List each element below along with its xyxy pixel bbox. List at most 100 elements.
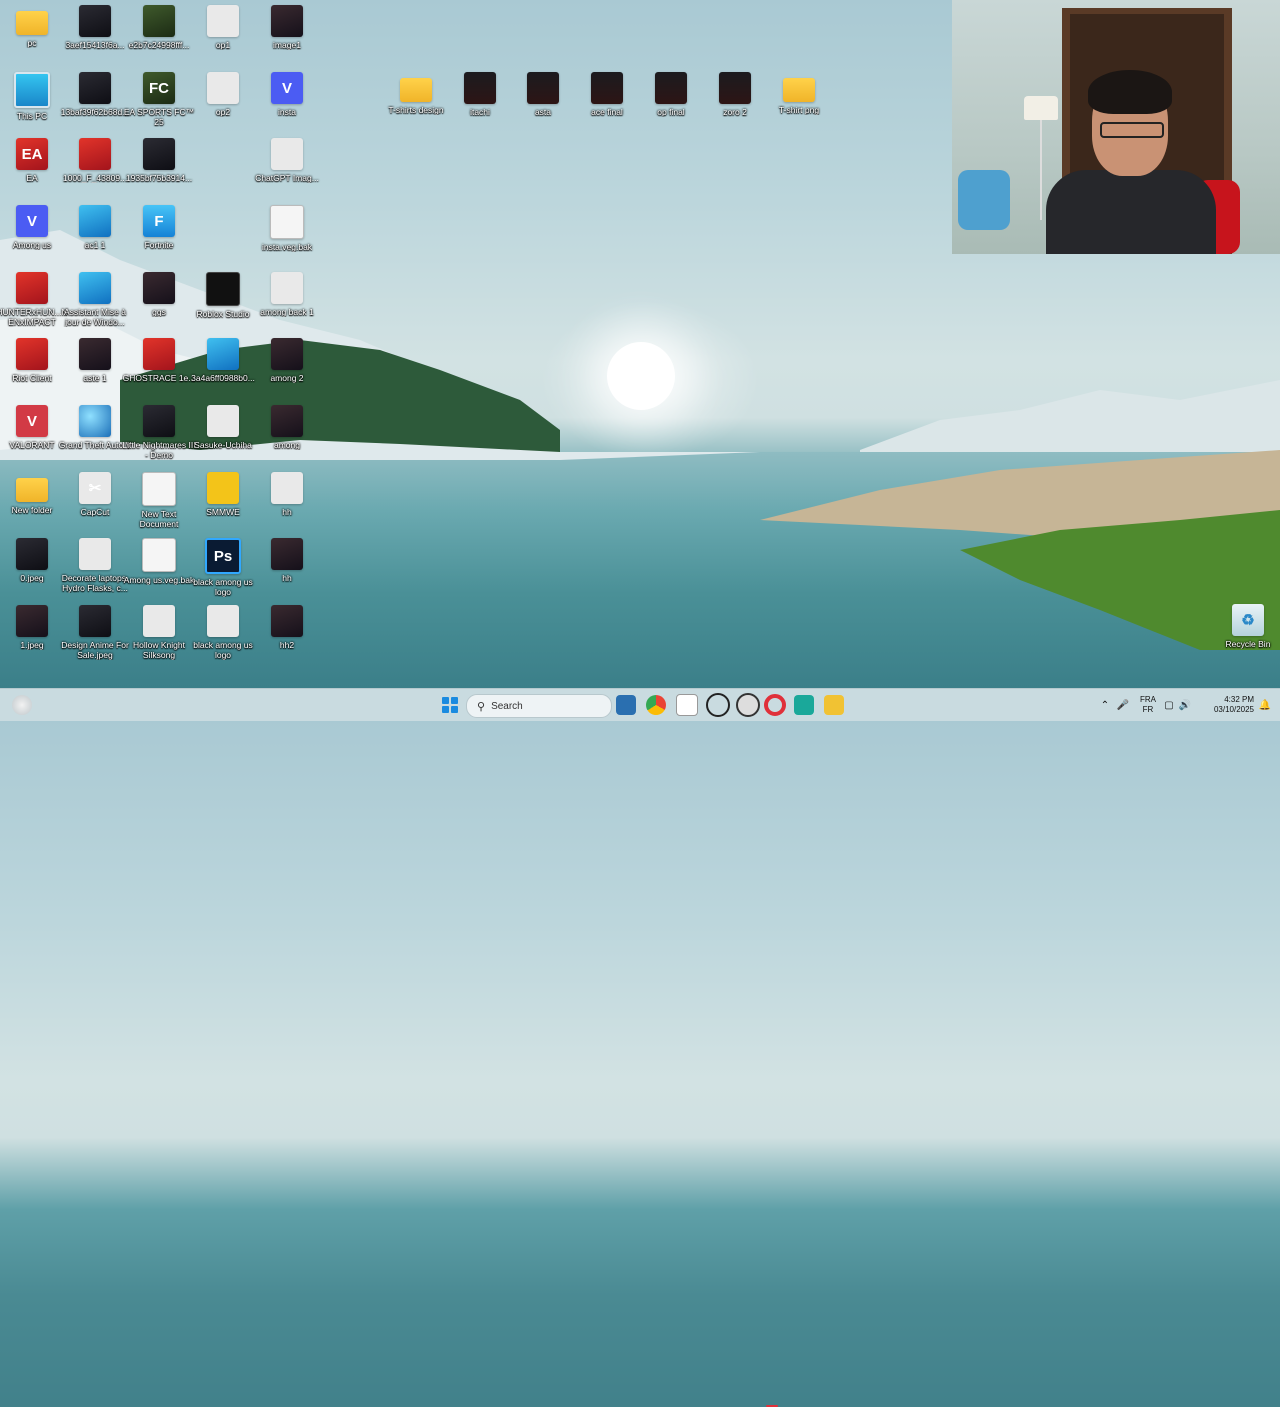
desktop-icon[interactable]: V Among us [0, 205, 64, 250]
desktop-icon[interactable]: New Text Document [127, 472, 191, 529]
webcam-person-hair [1088, 70, 1172, 114]
desktop-icon-label: black among us logo [193, 577, 253, 597]
desktop-icon[interactable]: zoro 2 [703, 72, 767, 117]
volume-icon[interactable]: 🔊 [1176, 700, 1194, 711]
notification-bell-icon[interactable]: 🔔 [1254, 700, 1276, 711]
clock-date: 03/10/2025 [1213, 705, 1254, 714]
desktop-icon[interactable]: ace final [575, 72, 639, 117]
desktop-icon-label: Among us.veg.bak [123, 575, 195, 585]
desktop-icon[interactable]: asta [511, 72, 575, 117]
desktop-icon[interactable]: op1 [191, 5, 255, 50]
desktop-icon[interactable]: Among us.veg.bak [124, 538, 194, 585]
language-indicator[interactable]: FRA FR [1134, 695, 1162, 715]
desktop-icon[interactable]: Decorate laptops, Hydro Flasks, c... [62, 538, 128, 593]
desktop-icon[interactable]: Little Nightmares III - Demo [122, 405, 196, 460]
desktop-icon[interactable]: hh2 [255, 605, 319, 650]
desktop-icon-image [655, 72, 687, 104]
desktop-icon[interactable]: itachi [448, 72, 512, 117]
taskbar-app-chrome[interactable] [646, 695, 666, 715]
desktop-icon[interactable]: hh [255, 472, 319, 517]
desktop-icon[interactable]: New folder [0, 472, 64, 515]
desktop-icon[interactable]: Design Anime For Sale.jpeg [61, 605, 129, 660]
taskbar-app-capture[interactable] [676, 694, 698, 716]
desktop-icon[interactable]: GHOSTRACE 1e... [123, 338, 195, 383]
desktop-icon[interactable]: 3a4a6ff0988b0... [191, 338, 255, 383]
desktop-icon[interactable]: F Fortnite [127, 205, 191, 250]
desktop-icon[interactable]: FC EA SPORTS FC™ 25 [124, 72, 194, 127]
desktop-icon[interactable]: ChatGPT Imag... [255, 138, 319, 183]
desktop-icon[interactable]: 1.jpeg [0, 605, 64, 650]
desktop-icon[interactable]: ggs [127, 272, 191, 317]
taskbar-app-store[interactable] [794, 695, 814, 715]
search-label: Search [491, 700, 523, 712]
taskbar-app-terminal[interactable] [616, 695, 636, 715]
desktop-icon[interactable]: among back 1 [255, 272, 319, 317]
desktop-icon[interactable]: 1000_F_43809... [63, 138, 127, 183]
desktop-icon-label: e2b7c24998fff... [128, 40, 190, 50]
desktop-icon[interactable]: T-shirt png [767, 72, 831, 115]
start-button[interactable] [440, 695, 460, 715]
desktop-icon-label: hh2 [279, 640, 295, 650]
desktop-icon[interactable]: among 2 [255, 338, 319, 383]
desktop-icon[interactable]: black among us logo [191, 605, 255, 660]
desktop-icon[interactable]: 1935bf75b3914... [126, 138, 192, 183]
desktop-icon[interactable]: among [255, 405, 319, 450]
desktop-icon-image [16, 478, 48, 502]
desktop-icon[interactable]: op2 [191, 72, 255, 117]
desktop-icon[interactable]: SMMWE [191, 472, 255, 517]
desktop-icon[interactable]: Vinsta [255, 72, 319, 117]
weather-icon[interactable] [12, 695, 32, 715]
desktop-icon[interactable]: Grand Theft Auto V [59, 405, 131, 450]
desktop-icon[interactable]: T-shirts design [384, 72, 448, 115]
desktop-icon[interactable]: This PC [0, 72, 64, 121]
desktop-icon-image [16, 11, 48, 35]
desktop-icon[interactable]: Riot Client [0, 338, 64, 383]
desktop-icon[interactable]: aste 1 [63, 338, 127, 383]
desktop-icon[interactable]: image1 [255, 5, 319, 50]
desktop-icon-image [16, 605, 48, 637]
desktop-icon[interactable]: hh [255, 538, 319, 583]
taskbar-app-discord[interactable] [736, 693, 760, 717]
store-icon [794, 695, 814, 715]
desktop-icon[interactable]: insta.veg.bak [255, 205, 319, 252]
microphone-icon[interactable]: 🎤 [1112, 700, 1134, 711]
desktop-icon-image [79, 538, 111, 570]
desktop-icon[interactable]: HUNTERxHUN...NENxIMPACT [0, 272, 68, 327]
desktop-icon[interactable]: ✂ CapCut [63, 472, 127, 517]
desktop-icon[interactable]: ac1 1 [63, 205, 127, 250]
desktop-icon[interactable]: e2b7c24998fff... [127, 5, 191, 50]
desktop-icon-label: insta [278, 107, 296, 117]
taskbar-app-files[interactable] [824, 695, 844, 715]
network-icon[interactable]: ▢ [1162, 700, 1176, 711]
webcam-glasses [1100, 122, 1164, 138]
taskbar-app-opera[interactable] [764, 694, 786, 716]
desktop-icon-label: SMMWE [206, 507, 240, 517]
desktop-icon-image [79, 72, 111, 104]
recycle-bin-label: Recycle Bin [1225, 639, 1271, 649]
clock[interactable]: 4:32 PM 03/10/2025 [1194, 695, 1254, 715]
desktop-icon[interactable]: op final [639, 72, 703, 117]
chevron-up-icon[interactable]: ⌃ [1098, 700, 1112, 711]
desktop-icon-label: op final [657, 107, 685, 117]
search-icon: ⚲ [477, 700, 486, 713]
desktop-icon[interactable]: Assistant Mise à jour de Windo... [63, 272, 127, 327]
desktop-icon-image [271, 5, 303, 37]
recycle-bin[interactable]: ♻ Recycle Bin [1216, 604, 1280, 649]
taskbar-app-chatgpt[interactable] [706, 693, 730, 717]
desktop-icon[interactable]: 0.jpeg [0, 538, 64, 583]
desktop-icon[interactable]: Roblox Studio [191, 272, 255, 319]
desktop-icon-label: aste 1 [83, 373, 107, 383]
desktop-icon[interactable]: Sasuke-Uchiha [191, 405, 255, 450]
desktop-icon[interactable]: V VALORANT [0, 405, 64, 450]
desktop-icon-image [142, 472, 176, 506]
desktop-icon[interactable]: 13baf39f62b68d... [61, 72, 129, 117]
desktop-icon[interactable]: EA EA [0, 138, 64, 183]
desktop-icon-image [464, 72, 496, 104]
desktop-icon-image [527, 72, 559, 104]
desktop-icon-label: ggs [152, 307, 166, 317]
desktop-icon[interactable]: Ps black among us logo [191, 538, 255, 597]
desktop-icon[interactable]: pc [0, 5, 64, 48]
desktop-icon[interactable]: 3aef15413f6a... [63, 5, 127, 50]
desktop-icon[interactable]: Hollow Knight Silksong [127, 605, 191, 660]
taskbar-search[interactable]: ⚲ Search [466, 694, 612, 718]
